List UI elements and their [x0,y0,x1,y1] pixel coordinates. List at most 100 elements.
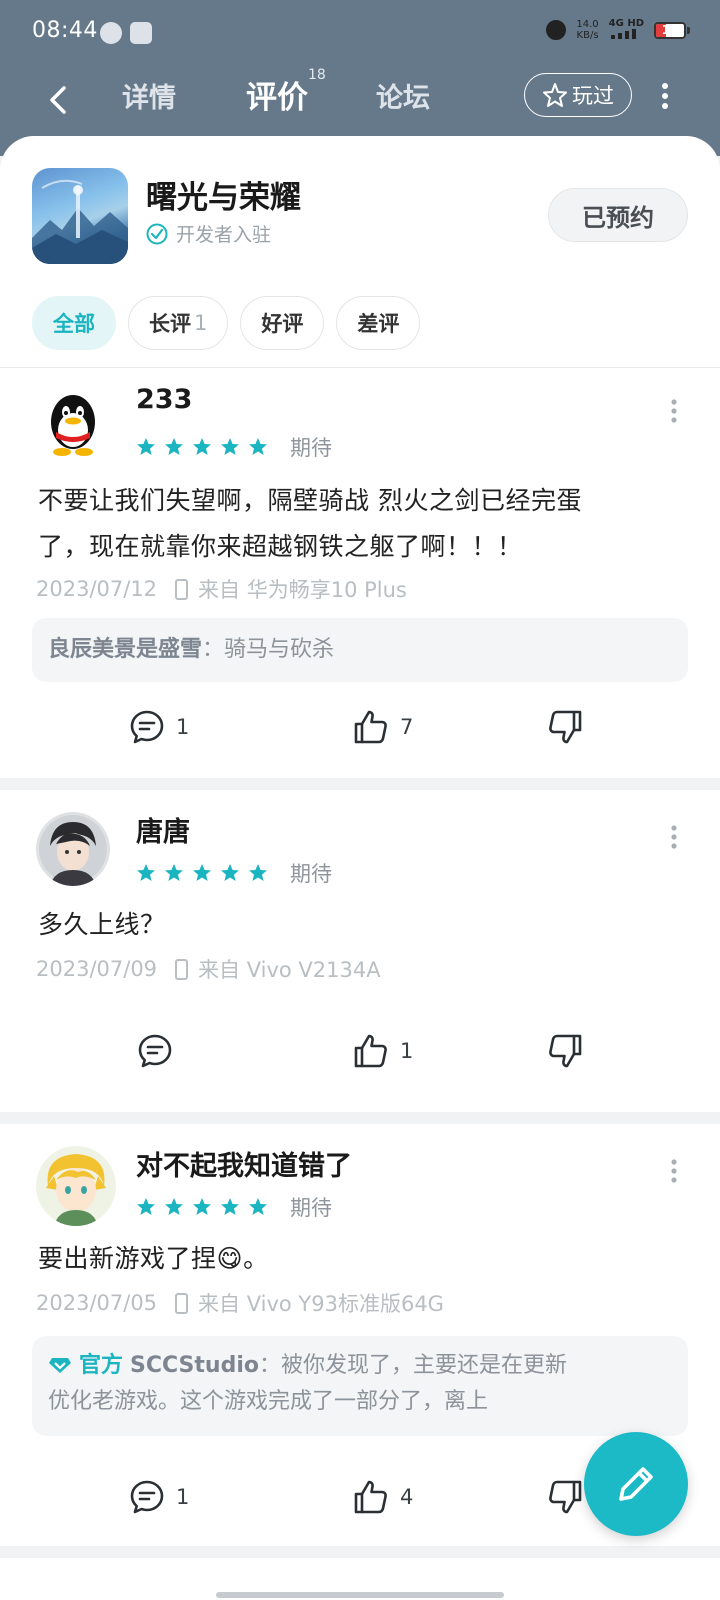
reply-text: ：骑马与砍杀 [202,637,335,662]
review-device: 来自 Vivo Y93标准版64G [198,1292,444,1316]
star-icon [221,1198,239,1215]
comment-icon [138,1034,172,1068]
comment-button[interactable]: 1 [128,1478,189,1516]
thumbs-up-icon [354,1480,387,1514]
reply-author: 良辰美景是盛雪 [48,637,203,662]
review-separator [0,778,720,790]
avatar[interactable] [36,1146,116,1226]
star-rating: 期待 [136,858,332,888]
dislike-button[interactable] [546,1032,584,1070]
reply-text: ：被你发现了，主要还是在更新 [259,1353,568,1378]
thumbs-down-icon [549,1480,582,1514]
dislike-button[interactable] [546,1478,584,1516]
thumbs-down-icon [549,1034,582,1068]
app-header: 曙光与荣耀 开发者入驻 已预约 全部 长评 1 好评 差评 [0,136,720,366]
review-tag: 期待 [290,436,332,460]
played-label: 玩过 [572,84,614,108]
review-meta: 2023/07/05 来自 Vivo Y93标准版64G [36,1288,444,1318]
reply-line: 优化老游戏。这个游戏完成了一部分了，离上 [48,1389,489,1414]
comment-button[interactable] [136,1032,184,1070]
thumbs-down-icon [549,710,582,744]
star-icon [221,438,239,455]
more-options-icon[interactable] [655,80,675,112]
review-text[interactable]: 不要让我们失望啊，隔壁骑战 烈火之剑已经完蛋 了，现在就靠你来超越钢铁之躯了啊！… [38,478,680,570]
review-card: 唐唐 期待 多久上线？ 2023/07/09 来自 Vivo V2134A 1 [0,790,720,1112]
battery-level: 15 [661,22,679,37]
write-review-button[interactable] [584,1432,688,1536]
played-button[interactable]: 玩过 [524,73,632,117]
home-indicator[interactable] [216,1592,504,1598]
reply-preview[interactable]: 良辰美景是盛雪：骑马与砍杀 [32,618,688,682]
review-filters: 全部 长评 1 好评 差评 [32,296,421,350]
dislike-button[interactable] [546,708,584,746]
review-more-icon[interactable] [666,1158,682,1184]
like-button[interactable]: 4 [352,1478,413,1516]
star-icon [249,1198,267,1215]
battery-icon: 15 [654,21,690,39]
reserved-button[interactable]: 已预约 [548,188,688,242]
filter-long-label: 长评 [149,312,191,336]
network-speed-value: 14.0 [576,19,599,30]
filter-positive-label: 好评 [261,312,304,336]
status-bar: 08:44 14.0 KB/s 4G HD 15 [0,0,720,66]
filter-positive[interactable]: 好评 [240,296,325,350]
phone-icon [175,958,189,980]
comment-count: 1 [176,1485,190,1509]
network-type: 4G HD [609,18,644,42]
star-plus-icon [543,83,567,107]
reviews-sheet: 曙光与荣耀 开发者入驻 已预约 全部 长评 1 好评 差评 233 期待 不要让… [0,136,720,1600]
network-speed-unit: KB/s [576,30,599,41]
review-card: 233 期待 不要让我们失望啊，隔壁骑战 烈火之剑已经完蛋 了，现在就靠你来超越… [0,368,720,778]
star-icon [221,864,239,881]
network-label: 4G HD [608,18,644,29]
tab-details[interactable]: 详情 [122,76,176,115]
like-count: 1 [400,1039,414,1063]
review-text[interactable]: 多久上线？ [38,902,680,948]
network-speed: 14.0 KB/s [576,19,598,41]
like-button[interactable]: 7 [352,708,413,746]
review-tag: 期待 [290,862,332,886]
review-text[interactable]: 要出新游戏了捏😋。 [38,1236,680,1282]
review-device: 来自 Vivo V2134A [198,958,381,982]
like-count: 7 [400,715,414,739]
review-meta: 2023/07/09 来自 Vivo V2134A [36,954,381,984]
comment-button[interactable]: 1 [128,708,189,746]
review-text-line: 多久上线？ [38,910,166,939]
back-arrow-icon[interactable] [38,78,82,122]
review-username[interactable]: 233 [136,384,192,415]
phone-icon [175,1292,189,1314]
comment-icon [130,710,164,744]
tab-reviews[interactable]: 评价 [246,72,308,117]
avatar[interactable] [36,386,110,460]
review-username[interactable]: 对不起我知道错了 [136,1144,352,1183]
filter-negative-label: 差评 [357,312,400,336]
app-icon[interactable] [32,168,128,264]
notification-app-icon [130,22,152,44]
avatar[interactable] [36,812,110,886]
filter-negative[interactable]: 差评 [336,296,421,350]
official-label: 官方 [79,1353,124,1378]
filter-all[interactable]: 全部 [32,296,116,350]
star-rating: 期待 [136,1192,332,1222]
review-date: 2023/07/05 [36,1291,158,1315]
tab-forum[interactable]: 论坛 [376,76,430,115]
status-right: 14.0 KB/s 4G HD 15 [546,18,690,42]
review-date: 2023/07/09 [36,957,158,981]
star-icon [137,864,155,881]
phone-icon [175,578,189,600]
reply-author: SCCStudio [130,1353,259,1378]
review-separator [0,1546,720,1558]
developer-reply[interactable]: 官方 SCCStudio：被你发现了，主要还是在更新 优化老游戏。这个游戏完成了… [32,1336,688,1436]
review-more-icon[interactable] [666,398,682,424]
star-icon [137,1198,155,1215]
filter-long[interactable]: 长评 1 [128,296,229,350]
review-username[interactable]: 唐唐 [136,810,190,849]
comment-count: 1 [176,715,190,739]
like-button[interactable]: 1 [352,1032,413,1070]
review-tag: 期待 [290,1196,332,1220]
review-actions: 1 7 [0,708,720,760]
review-more-icon[interactable] [666,824,682,850]
signal-icon [611,29,637,39]
review-separator [0,1112,720,1124]
reply-line: 官方 SCCStudio：被你发现了，主要还是在更新 [48,1348,672,1384]
